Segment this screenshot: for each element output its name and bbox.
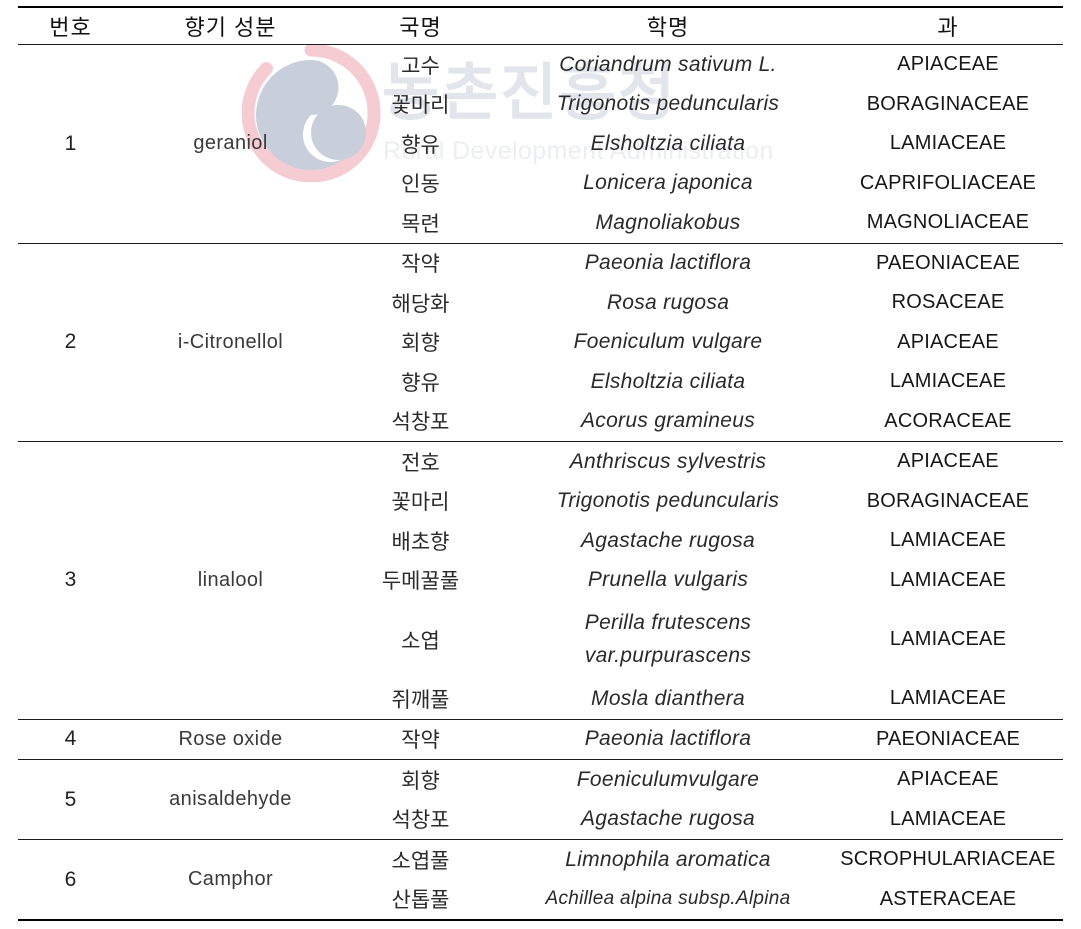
cell-scientific-name: Lonicera japonica [583, 171, 753, 195]
table-row: 3 linalool 전호 Anthriscus sylvestris APIA… [18, 441, 1063, 591]
cell-scientific-name: Coriandrum sativum L. [559, 52, 777, 76]
cell-scientific-name: Foeniculumvulgare [576, 767, 760, 791]
cell-family: APIACEAE [897, 330, 999, 353]
cell-korean-name: 작약 [401, 729, 440, 753]
cell-family: CAPRIFOLIACEAE [859, 171, 1037, 194]
table-container: 번호 향기 성분 국명 학명 과 1 geraniol 고수 Coriandru… [0, 0, 1081, 921]
cell-korean-name: 목련 [401, 212, 440, 236]
cell-group-number: 4 [64, 727, 77, 751]
cell-family: ROSACEAE [891, 291, 1005, 314]
table-row: 6 Camphor 소엽풀 Limnophila aromatica SCROP… [18, 839, 1063, 891]
cell-korean-name: 쥐깨풀 [391, 688, 450, 712]
cell-korean-name: 석창포 [391, 809, 450, 833]
cell-group-number: 3 [64, 568, 77, 592]
cell-korean-name: 향유 [401, 371, 440, 395]
cell-scientific-name: Rosa rugosa [606, 290, 730, 314]
cell-family: LAMIACEAE [889, 807, 1007, 830]
cell-scientific-name: Elsholtzia ciliata [590, 369, 746, 393]
table-row: 4 Rose oxide 작약 Paeonia lactiflora PAEON… [18, 719, 1063, 760]
cell-family: APIACEAE [897, 53, 999, 76]
cell-family: LAMIACEAE [889, 568, 1007, 591]
cell-family: PAEONIACEAE [875, 251, 1021, 274]
cell-scientific-name: Agastache rugosa [580, 807, 756, 831]
cell-family: ACORACEAE [884, 409, 1012, 432]
header-cell-korean-name: 국명 [399, 15, 442, 40]
cell-korean-name: 고수 [401, 54, 440, 78]
table-row: 2 i-Citronellol 작약 Paeonia lactiflora PA… [18, 243, 1063, 353]
document-page: 농촌진흥청 Rural Development Administration 번… [0, 0, 1081, 929]
cell-scientific-name: Foeniculum vulgare [573, 330, 763, 354]
cell-scientific-name: Acorus gramineus [580, 409, 756, 433]
cell-family: ASTERACEAE [879, 887, 1017, 910]
cell-korean-name: 꽃마리 [391, 491, 450, 515]
header-cell-compound: 향기 성분 [184, 15, 277, 40]
header-cell-number: 번호 [49, 15, 92, 40]
table-row: 5 anisaldehyde 회향 Foeniculumvulgare APIA… [18, 759, 1063, 811]
table-body: 1 geraniol 고수 Coriandrum sativum L. APIA… [18, 44, 1063, 920]
cell-korean-name: 소엽풀 [391, 849, 450, 873]
header-cell-scientific-name: 학명 [646, 15, 690, 40]
cell-family: LAMIACEAE [889, 628, 1007, 650]
header-cell-family: 과 [937, 15, 959, 40]
cell-group-number: 2 [64, 330, 77, 354]
cell-scientific-name: Trigonotis peduncularis [556, 489, 780, 513]
cell-group-number: 5 [64, 787, 77, 811]
cell-family: APIACEAE [897, 768, 999, 791]
cell-family: BORAGINACEAE [866, 92, 1030, 115]
scientific-name-line-1: Perilla frutescens [584, 610, 752, 634]
fragrance-compound-table: 번호 향기 성분 국명 학명 과 1 geraniol 고수 Coriandru… [18, 6, 1063, 921]
cell-group-compound: geraniol [193, 132, 268, 155]
cell-korean-name: 작약 [401, 253, 440, 277]
table-header: 번호 향기 성분 국명 학명 과 [18, 7, 1063, 45]
cell-korean-name: 전호 [401, 451, 440, 475]
cell-group-compound: anisaldehyde [169, 788, 292, 810]
cell-scientific-name: Limnophila aromatica [565, 847, 771, 871]
cell-scientific-name: Paeonia lactiflora [584, 727, 752, 751]
cell-korean-name: 소엽 [401, 629, 440, 653]
cell-korean-name: 꽃마리 [391, 94, 450, 118]
cell-korean-name: 회향 [401, 769, 440, 793]
cell-korean-name: 배초향 [391, 530, 450, 554]
cell-korean-name: 인동 [401, 173, 440, 197]
cell-scientific-name: Paeonia lactiflora [584, 251, 752, 275]
cell-family: LAMIACEAE [889, 370, 1007, 393]
cell-family: LAMIACEAE [889, 687, 1007, 710]
cell-group-number: 6 [64, 867, 77, 891]
cell-group-compound: linalool [197, 568, 264, 591]
cell-korean-name: 향유 [401, 133, 440, 157]
cell-family: APIACEAE [897, 450, 999, 473]
cell-family: SCROPHULARIACEAE [840, 848, 1056, 871]
cell-family: LAMIACEAE [889, 132, 1007, 155]
cell-scientific-name: Perilla frutescens var.purpurascens [503, 600, 833, 679]
cell-scientific-name: Magnoliakobus [595, 210, 741, 234]
cell-group-compound: Camphor [187, 868, 274, 890]
cell-family: BORAGINACEAE [866, 489, 1030, 512]
scientific-name-line-2: var.purpurascens [584, 643, 752, 667]
cell-group-compound: Rose oxide [178, 727, 283, 750]
cell-group-compound: i-Citronellol [177, 330, 284, 353]
cell-family: LAMIACEAE [889, 529, 1007, 552]
cell-korean-name: 산톱풀 [391, 889, 450, 913]
cell-family: MAGNOLIACEAE [866, 211, 1030, 234]
cell-korean-name: 해당화 [391, 292, 450, 316]
cell-korean-name: 석창포 [391, 411, 450, 435]
cell-scientific-name: Anthriscus sylvestris [569, 449, 767, 473]
cell-scientific-name: Elsholtzia ciliata [590, 131, 746, 155]
cell-scientific-name: Agastache rugosa [580, 528, 756, 552]
cell-scientific-name: Prunella vulgaris [587, 568, 749, 592]
cell-korean-name: 두메꿀풀 [381, 570, 460, 594]
cell-korean-name: 회향 [401, 332, 440, 356]
cell-scientific-name: Trigonotis peduncularis [556, 92, 780, 116]
cell-group-number: 1 [64, 131, 77, 155]
cell-family: PAEONIACEAE [875, 727, 1021, 750]
cell-scientific-name: Mosla dianthera [591, 686, 745, 710]
table-row: 1 geraniol 고수 Coriandrum sativum L. APIA… [18, 44, 1063, 155]
cell-scientific-name: Achillea alpina subsp.Alpina [545, 888, 791, 910]
header-row: 번호 향기 성분 국명 학명 과 [18, 7, 1063, 45]
